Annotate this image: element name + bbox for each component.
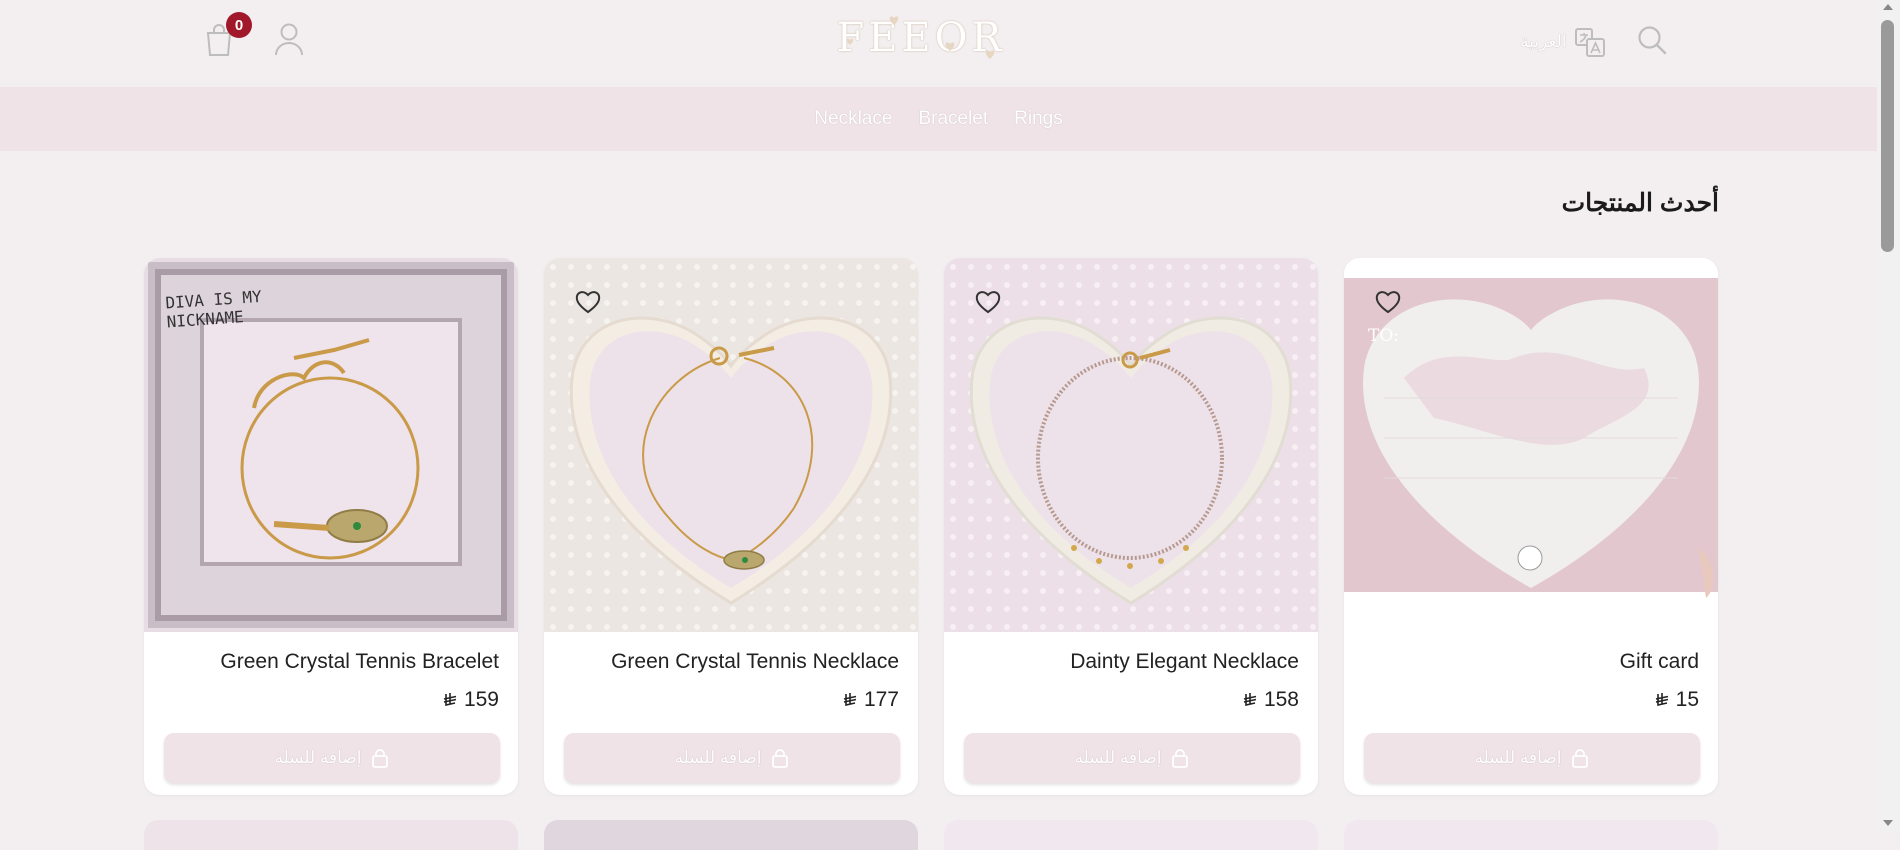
product-card-next-row[interactable] [944,820,1318,850]
page: 0 FEEOR العربية Necklace Bracelet Rings … [0,0,1877,850]
language-switcher[interactable]: العربية [1520,20,1606,64]
lock-bag-icon [771,749,788,768]
product-card[interactable]: DIVA IS MY NICKNAME Green Crystal Tennis… [144,258,518,795]
lock-bag-icon [1171,749,1188,768]
scrollbar-thumb[interactable] [1881,20,1894,252]
heart-icon[interactable] [974,288,1002,316]
product-card-next-row[interactable] [544,820,918,850]
price-value: 177 [863,688,899,711]
product-name[interactable]: Dainty Elegant Necklace [1070,650,1299,674]
riyal-icon [443,692,457,706]
add-to-cart-button[interactable]: إضافة للسلة [564,733,900,783]
site-header: 0 FEEOR العربية [0,0,1877,87]
product-image[interactable]: TO: [1344,258,1718,632]
heart-icon[interactable] [1374,288,1402,316]
search-icon [1638,26,1667,55]
product-name[interactable]: Green Crystal Tennis Bracelet [220,650,499,674]
product-card[interactable]: Dainty Elegant Necklace 158 إضافة للسلة [944,258,1318,795]
nav-item-necklace[interactable]: Necklace [814,108,892,130]
add-to-cart-button[interactable]: إضافة للسلة [1364,733,1700,783]
price-value: 158 [1263,688,1299,711]
image-caption: DIVA IS MY NICKNAME [164,286,263,332]
cart-count-badge: 0 [226,12,252,38]
product-name[interactable]: Gift card [1620,650,1699,674]
product-card[interactable]: TO: Gift card 15 إضافة للسلة [1344,258,1718,795]
add-to-cart-label: إضافة للسلة [1074,748,1162,767]
section-title: أحدث المنتجات [1561,189,1719,217]
add-to-cart-button[interactable]: إضافة للسلة [164,733,500,783]
product-image[interactable]: DIVA IS MY NICKNAME [144,258,518,632]
user-icon [275,23,303,56]
image-caption: TO: [1368,326,1400,346]
riyal-icon [843,692,857,706]
translate-icon [1575,28,1606,57]
product-image[interactable] [944,258,1318,632]
riyal-icon [1243,692,1257,706]
product-card-next-row[interactable] [144,820,518,850]
add-to-cart-label: إضافة للسلة [674,748,762,767]
product-name[interactable]: Green Crystal Tennis Necklace [611,650,899,674]
product-price: 15 [1655,688,1699,712]
search-button[interactable] [1636,24,1668,56]
price-value: 15 [1675,688,1699,711]
nav-item-bracelet[interactable]: Bracelet [918,108,988,130]
price-value: 159 [463,688,499,711]
heart-icon[interactable] [574,288,602,316]
scroll-down-icon[interactable] [1883,820,1893,826]
logo-hearts [846,16,995,59]
scroll-up-icon[interactable] [1883,4,1893,10]
category-nav: Necklace Bracelet Rings [0,87,1877,151]
product-card-next-row[interactable] [1344,820,1718,850]
nav-item-rings[interactable]: Rings [1014,108,1063,130]
product-price: 158 [1243,688,1299,712]
add-to-cart-button[interactable]: إضافة للسلة [964,733,1300,783]
add-to-cart-label: إضافة للسلة [1474,748,1562,767]
product-price: 159 [443,688,499,712]
lock-bag-icon [371,749,388,768]
product-image[interactable] [544,258,918,632]
account-button[interactable] [272,20,306,58]
language-label: العربية [1520,32,1567,51]
product-price: 177 [843,688,899,712]
lock-bag-icon [1571,749,1588,768]
site-logo[interactable]: FEEOR [836,10,1004,66]
riyal-icon [1655,692,1668,706]
product-card[interactable]: Green Crystal Tennis Necklace 177 إضافة … [544,258,918,795]
add-to-cart-label: إضافة للسلة [274,748,362,767]
vertical-scrollbar[interactable] [1877,0,1900,832]
